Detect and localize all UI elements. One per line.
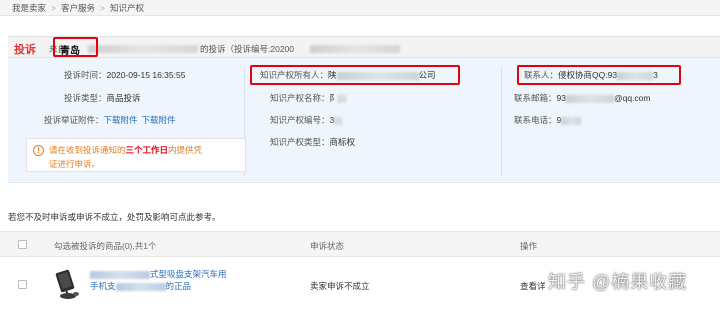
view-details-link[interactable]: 查看详 — [520, 280, 546, 292]
complaint-label: 投诉 — [14, 44, 36, 56]
highlight-box-contact — [517, 65, 681, 85]
highlight-box-ip-owner — [250, 65, 460, 85]
appeal-deadline-notice: ! 请在收到投诉通知的三个工作日内提供凭 证进行申诉。 — [26, 138, 246, 172]
complaint-header: 投诉 来自 青岛 的投诉（投诉编号:20200 — [8, 36, 720, 58]
redacted-product-name — [115, 282, 166, 291]
complaint-time-row: 投诉时间：2020-09-15 16:35:55 — [64, 69, 185, 81]
header-appeal-status: 申诉状态 — [310, 241, 345, 251]
redacted-phone — [561, 116, 582, 125]
watermark: 知乎 @楠果收藏 — [548, 272, 688, 292]
product-name-link[interactable]: 式型吸盘支架汽车用 手机支 的正品 — [90, 268, 227, 292]
product-name-text: 式型吸盘支架汽车用 — [150, 269, 227, 279]
download-attachment-link[interactable]: 下载附件 — [104, 115, 138, 125]
highlight-box-city — [53, 37, 98, 57]
redacted-product-name — [90, 270, 150, 279]
email-row: 联系邮箱：93 @qq.com — [514, 92, 651, 104]
complaint-type-value: 商品投诉 — [106, 93, 141, 103]
product-thumbnail[interactable] — [52, 268, 82, 300]
top-breadcrumb-bar: 我是卖家 > 客户服务 > 知识产权 — [0, 0, 720, 16]
product-name-line-1: 式型吸盘支架汽车用 — [90, 268, 227, 280]
ip-name-prefix: 阝 — [329, 93, 339, 103]
appeal-status: 卖家申诉不成立 — [310, 281, 370, 291]
redacted-email — [565, 94, 614, 103]
ip-type-value: 商标权 — [329, 137, 356, 147]
breadcrumb-separator: > — [51, 3, 56, 13]
ip-type-row: 知识产权类型：商标权 — [270, 136, 355, 148]
ip-number-row: 知识产权编号：3 — [270, 114, 343, 126]
breadcrumb-ip: 知识产权 — [109, 3, 144, 13]
column-divider — [501, 66, 502, 176]
notice-line-1: 请在收到投诉通知的三个工作日内提供凭 — [49, 144, 202, 156]
attachment-row: 投诉举证附件：下载附件 下载附件 — [44, 114, 180, 126]
redacted-ip-name — [338, 94, 347, 103]
complaint-type-row: 投诉类型：商品投诉 — [64, 92, 141, 104]
header-actions: 操作 — [520, 241, 538, 251]
row-checkbox[interactable] — [18, 280, 27, 289]
ip-name-row: 知识产权名称：阝 — [270, 92, 347, 104]
phone-label: 联系电话： — [514, 115, 557, 125]
select-all-checkbox[interactable] — [18, 240, 27, 249]
product-name-text: 手机支 — [90, 281, 116, 291]
attachment-label: 投诉举证附件： — [44, 115, 104, 125]
product-name-text: 的正品 — [165, 281, 192, 291]
complaint-time-label: 投诉时间： — [64, 70, 107, 80]
header-product: 勾选被投诉的商品(0),共1个 — [54, 241, 157, 251]
redacted-complainant — [88, 45, 198, 53]
breadcrumb-customer-service[interactable]: 客户服务 — [61, 2, 95, 14]
email-suffix: @qq.com — [613, 93, 651, 103]
breadcrumb: 我是卖家 > 客户服务 > 知识产权 — [12, 2, 144, 14]
complaint-time-value: 2020-09-15 16:35:55 — [106, 70, 186, 80]
complaint-number-text: 的投诉（投诉编号:20200 — [200, 44, 294, 54]
download-attachment-link[interactable]: 下载附件 — [142, 115, 176, 125]
notice-deadline: 三个工作日 — [125, 145, 169, 155]
email-prefix: 93 — [556, 93, 566, 103]
ip-number-label: 知识产权编号： — [270, 115, 330, 125]
phone-row: 联系电话：9 — [514, 114, 582, 126]
breadcrumb-seller[interactable]: 我是卖家 — [12, 2, 46, 14]
redacted-complaint-number — [310, 45, 400, 53]
email-label: 联系邮箱： — [514, 93, 557, 103]
complaint-type-label: 投诉类型： — [64, 93, 107, 103]
ip-name-label: 知识产权名称： — [270, 93, 330, 103]
product-name-line-2: 手机支 的正品 — [90, 280, 227, 292]
notice-text: 内提供凭 — [168, 145, 203, 155]
ip-type-label: 知识产权类型： — [270, 137, 330, 147]
notice-line-2: 证进行申诉。 — [49, 159, 101, 169]
redacted-ip-number — [334, 116, 343, 125]
table-header: 勾选被投诉的商品(0),共1个 申诉状态 操作 — [0, 231, 720, 257]
notice-text: 请在收到投诉通知的 — [49, 145, 126, 155]
breadcrumb-separator: > — [100, 3, 105, 13]
penalty-reference-hint[interactable]: 若您不及时申诉或申诉不成立，处罚及影响可点此参考。 — [8, 211, 221, 223]
warning-icon: ! — [33, 145, 44, 156]
